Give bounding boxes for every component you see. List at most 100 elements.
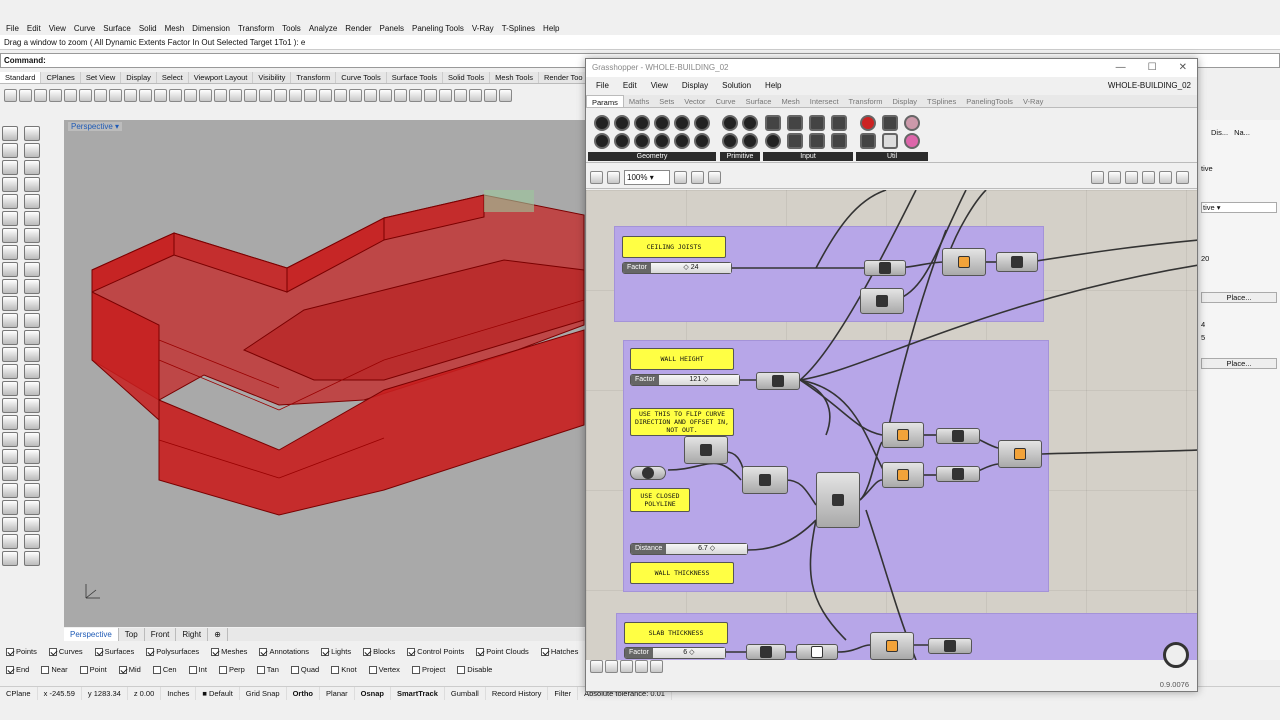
toolbar-tool-icon[interactable] xyxy=(319,88,332,102)
osnap-perp[interactable]: Perp xyxy=(218,662,245,678)
filter-hatches[interactable]: Hatches xyxy=(540,644,578,660)
gh-tab-display[interactable]: Display xyxy=(887,95,922,107)
modeling-tool-icon[interactable] xyxy=(24,398,40,413)
draw-icon-1[interactable] xyxy=(590,660,603,673)
toolbar-tool-icon[interactable] xyxy=(214,88,227,102)
toolbar-tool-icon[interactable] xyxy=(139,88,152,102)
modeling-tool-icon[interactable] xyxy=(24,262,40,277)
close-icon[interactable]: ✕ xyxy=(1179,59,1187,77)
toolbar-tool-icon[interactable] xyxy=(334,88,347,102)
checkbox[interactable] xyxy=(118,666,127,674)
integer-param-icon[interactable] xyxy=(722,115,738,131)
modeling-tool-icon[interactable] xyxy=(24,551,40,566)
modeling-tool-icon[interactable] xyxy=(24,364,40,379)
tab-display[interactable]: Display xyxy=(121,72,157,83)
toolbar-tool-icon[interactable] xyxy=(409,88,422,102)
gh-tab-v-ray[interactable]: V-Ray xyxy=(1018,95,1048,107)
modeling-tool-icon[interactable] xyxy=(2,517,18,532)
gh-tab-intersect[interactable]: Intersect xyxy=(805,95,844,107)
zoom-extents-icon[interactable] xyxy=(674,171,687,184)
osnap-vertex[interactable]: Vertex xyxy=(368,662,400,678)
arc-param-icon[interactable] xyxy=(634,115,650,131)
checkbox[interactable] xyxy=(94,648,103,656)
panel-flip-note[interactable]: USE THIS TO FLIP CURVE DIRECTION AND OFF… xyxy=(630,408,734,436)
modeling-tool-icon[interactable] xyxy=(24,228,40,243)
modeling-tool-icon[interactable] xyxy=(2,126,18,141)
osnap-toggle[interactable]: Osnap xyxy=(355,687,392,700)
viewport-tab-top[interactable]: Top xyxy=(119,628,145,641)
modeling-tool-icon[interactable] xyxy=(24,466,40,481)
osnap-knot[interactable]: Knot xyxy=(331,662,357,678)
selected-preview-icon[interactable] xyxy=(1142,171,1155,184)
place-button-2[interactable]: Place... xyxy=(1201,358,1277,369)
gh-menu-display[interactable]: Display xyxy=(682,79,708,93)
cherry-icon[interactable] xyxy=(860,115,876,131)
geometry-param-icon[interactable] xyxy=(694,133,710,149)
tab-surface-tools[interactable]: Surface Tools xyxy=(387,72,444,83)
surface-param-icon[interactable] xyxy=(674,115,690,131)
planar-toggle[interactable]: Planar xyxy=(320,687,355,700)
toolbar-tool-icon[interactable] xyxy=(304,88,317,102)
minimize-icon[interactable]: — xyxy=(1116,59,1126,77)
toolbar-tool-icon[interactable] xyxy=(424,88,437,102)
checkbox[interactable] xyxy=(146,648,155,656)
tab-viewport-layout[interactable]: Viewport Layout xyxy=(189,72,254,83)
tab-curve-tools[interactable]: Curve Tools xyxy=(336,72,387,83)
modeling-tool-icon[interactable] xyxy=(2,483,18,498)
filter-blocks[interactable]: Blocks xyxy=(363,644,395,660)
checkbox[interactable] xyxy=(331,666,340,674)
filter-toggle[interactable]: Filter xyxy=(548,687,579,700)
gh-tab-mesh[interactable]: Mesh xyxy=(776,95,804,107)
ortho-toggle[interactable]: Ortho xyxy=(287,687,320,700)
menu-item-paneling-tools[interactable]: Paneling Tools xyxy=(412,22,464,35)
modeling-tool-icon[interactable] xyxy=(2,347,18,362)
menu-item-edit[interactable]: Edit xyxy=(27,22,41,35)
modeling-tool-icon[interactable] xyxy=(2,432,18,447)
filter-annotations[interactable]: Annotations xyxy=(259,644,309,660)
draw-icon-2[interactable] xyxy=(605,660,618,673)
display-panel-tab[interactable]: Dis... xyxy=(1211,128,1228,137)
checkbox[interactable] xyxy=(256,666,265,674)
extrude-component-3[interactable] xyxy=(882,462,924,488)
modeling-tool-icon[interactable] xyxy=(2,551,18,566)
menu-item-view[interactable]: View xyxy=(49,22,66,35)
toolbar-tool-icon[interactable] xyxy=(184,88,197,102)
checkbox[interactable] xyxy=(407,648,416,656)
modeling-tool-icon[interactable] xyxy=(24,330,40,345)
grid-snap-toggle[interactable]: Grid Snap xyxy=(240,687,287,700)
preview-color-icon[interactable] xyxy=(1159,171,1172,184)
menu-item-mesh[interactable]: Mesh xyxy=(165,22,185,35)
modeling-tool-icon[interactable] xyxy=(2,313,18,328)
filter-meshes[interactable]: Meshes xyxy=(211,644,247,660)
modeling-tool-icon[interactable] xyxy=(2,449,18,464)
checkbox[interactable] xyxy=(48,648,57,656)
panel-icon[interactable] xyxy=(787,115,803,131)
modeling-tool-icon[interactable] xyxy=(24,534,40,549)
osnap-mid[interactable]: Mid xyxy=(118,662,141,678)
gh-canvas[interactable]: CEILING JOISTS WALL HEIGHT USE THIS TO F… xyxy=(586,190,1197,660)
record-history-toggle[interactable]: Record History xyxy=(486,687,549,700)
perspective-viewport[interactable]: Perspective ▾ xyxy=(64,120,586,627)
filter-point-clouds[interactable]: Point Clouds xyxy=(476,644,529,660)
gh-tab-panelingtools[interactable]: PanelingTools xyxy=(961,95,1018,107)
modeling-tool-icon[interactable] xyxy=(2,415,18,430)
current-layer[interactable]: ■ Default xyxy=(196,687,240,700)
osnap-end[interactable]: End xyxy=(6,662,29,678)
solid-union-component[interactable] xyxy=(998,440,1042,468)
place-button-1[interactable]: Place... xyxy=(1201,292,1277,303)
extrude-component-2[interactable] xyxy=(882,422,924,448)
cap-holes-component-4[interactable] xyxy=(928,638,972,654)
toolbar-tool-icon[interactable] xyxy=(109,88,122,102)
solver-status-icon[interactable] xyxy=(1163,642,1189,668)
modeling-tool-icon[interactable] xyxy=(24,160,40,175)
panel-wall-height[interactable]: WALL HEIGHT xyxy=(630,348,734,370)
modeling-tool-icon[interactable] xyxy=(2,228,18,243)
toolbar-tool-icon[interactable] xyxy=(439,88,452,102)
modeling-tool-icon[interactable] xyxy=(24,143,40,158)
gh-tab-transform[interactable]: Transform xyxy=(844,95,888,107)
osnap-quad[interactable]: Quad xyxy=(290,662,319,678)
toolbar-tool-icon[interactable] xyxy=(169,88,182,102)
toolbar-tool-icon[interactable] xyxy=(259,88,272,102)
checkbox[interactable] xyxy=(259,648,268,656)
modeling-tool-icon[interactable] xyxy=(24,500,40,515)
